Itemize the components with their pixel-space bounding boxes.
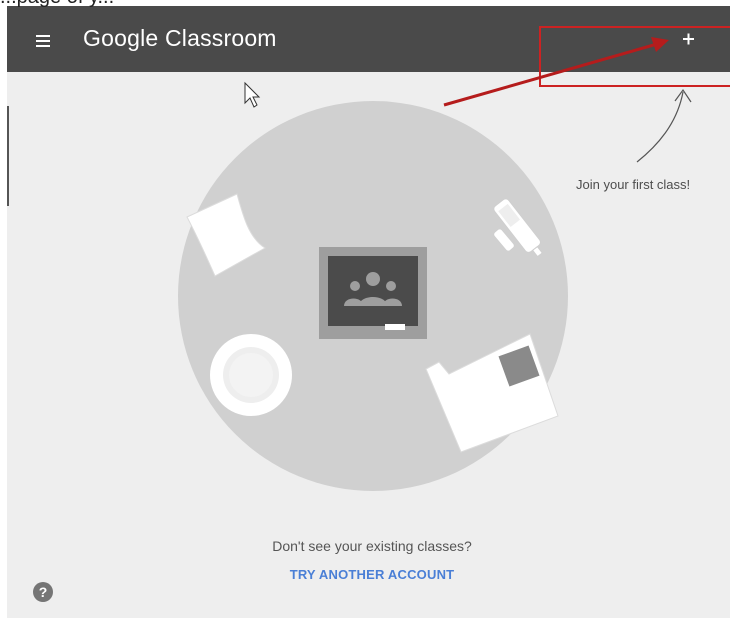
classroom-window: Google Classroom Join your first class! … bbox=[7, 6, 730, 618]
try-another-account-link[interactable]: TRY ANOTHER ACCOUNT bbox=[7, 567, 730, 582]
help-icon: ? bbox=[38, 584, 48, 600]
classroom-logo-icon bbox=[319, 247, 427, 339]
help-button[interactable]: ? bbox=[33, 582, 53, 602]
page-caption: ...page of y... bbox=[0, 0, 114, 9]
join-first-class-hint: Join your first class! bbox=[576, 177, 691, 192]
hint-arrowhead bbox=[674, 88, 692, 103]
callout-arrowhead bbox=[651, 37, 669, 52]
missing-classes-text: Don't see your existing classes? bbox=[272, 538, 472, 554]
add-button-highlight bbox=[539, 26, 730, 87]
callout-arrow bbox=[443, 42, 658, 107]
coffee-cup-icon bbox=[210, 334, 292, 416]
screenshot-page: Google Classroom Join your first class! … bbox=[0, 0, 730, 618]
empty-state-illustration bbox=[178, 26, 730, 491]
hint-arrow bbox=[636, 91, 684, 163]
mouse-cursor-icon bbox=[244, 81, 261, 108]
